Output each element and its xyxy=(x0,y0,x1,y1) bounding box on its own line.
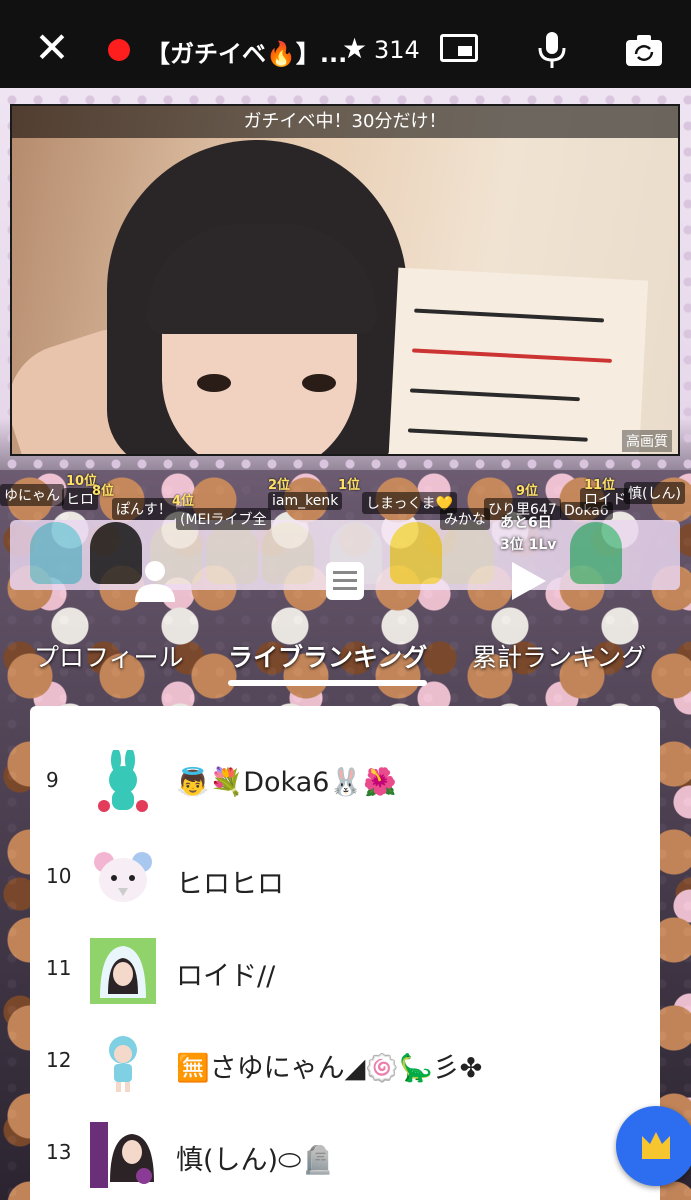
avatar[interactable] xyxy=(90,846,156,912)
avatar[interactable] xyxy=(90,750,156,816)
tab-total-ranking[interactable]: 累計ランキング xyxy=(472,638,646,674)
ranking-row[interactable]: 13 慎(しん)⬭🪦 xyxy=(30,1108,660,1200)
user-name: 慎(しん)⬭🪦 xyxy=(176,1145,335,1176)
stage-rank-label: 9位 xyxy=(516,484,539,499)
picture-in-picture-icon[interactable] xyxy=(440,34,478,62)
rank-level: 3位 1Lv xyxy=(500,537,557,553)
ranking-fab-button[interactable] xyxy=(616,1106,691,1186)
microphone-icon[interactable] xyxy=(534,30,570,70)
user-name: ヒロヒロ xyxy=(176,869,284,900)
ranking-row[interactable]: 11 ロイド// xyxy=(30,924,660,1016)
stage-rank-label: 1位 xyxy=(338,478,361,493)
avatar[interactable] xyxy=(90,1030,156,1096)
stage-name-label: ゆにゃん xyxy=(0,484,64,506)
rank-number: 10 xyxy=(46,864,72,888)
stage-name-label: ぽんす！ xyxy=(112,498,176,520)
stream-banner: ガチイベ中！30分だけ！ xyxy=(12,106,678,138)
play-icon[interactable] xyxy=(504,558,550,604)
crown-icon xyxy=(642,1132,670,1159)
tab-profile[interactable]: プロフィール xyxy=(34,638,184,674)
person-icon[interactable] xyxy=(132,558,178,604)
rank-number: 9 xyxy=(46,768,59,792)
ranking-row[interactable]: 9 👼💐Doka6🐰🌺 xyxy=(30,736,660,828)
tab-icon-row xyxy=(0,558,691,608)
rank-number: 13 xyxy=(46,1140,72,1164)
remaining-days: あと6日 xyxy=(500,515,552,531)
user-name: 👼💐Doka6🐰🌺 xyxy=(176,767,397,798)
top-bar: ✕ 【ガチイベ🔥】... ★ 314 xyxy=(0,0,691,88)
tab-live-ranking[interactable]: ライブランキング xyxy=(228,638,428,686)
streamer-eye xyxy=(302,374,336,392)
stage-rank-label: 2位 xyxy=(268,478,291,493)
streamer-eye xyxy=(197,374,231,392)
handwritten-sign xyxy=(385,267,649,454)
ranking-row[interactable]: 10 ヒロヒロ xyxy=(30,832,660,924)
star-count: 314 xyxy=(374,36,420,64)
rank-number: 12 xyxy=(46,1048,72,1072)
quality-label[interactable]: 高画質 xyxy=(622,430,672,452)
camera-switch-icon[interactable] xyxy=(624,32,664,68)
stage-name-label: iam_kenk xyxy=(268,492,343,510)
close-icon[interactable]: ✕ xyxy=(30,26,74,70)
stage-name-label: (MEⅠライブ全 xyxy=(176,508,271,530)
ranking-list: 9 👼💐Doka6🐰🌺 10 ヒロヒロ 11 ロイド// 12 🈚さゆにゃん◢🍥… xyxy=(30,706,660,1200)
ranking-tabs: プロフィール ライブランキング 累計ランキング xyxy=(0,638,691,690)
stream-title[interactable]: 【ガチイベ🔥】... xyxy=(146,34,347,69)
list-icon[interactable] xyxy=(322,558,368,604)
stage-labels: ゆにゃん ヒロ ぽんす！ (MEⅠライブ全 iam_kenk しまっくま💛 みか… xyxy=(0,474,691,530)
stage-name-label: みかな xyxy=(440,508,490,530)
stage-rank-label: 8位 xyxy=(92,484,115,499)
user-name: ロイド// xyxy=(176,961,276,992)
rank-number: 11 xyxy=(46,956,72,980)
star-icon: ★ xyxy=(342,32,368,65)
user-name: 🈚さゆにゃん◢🍥🦕彡✤ xyxy=(176,1053,483,1084)
live-video[interactable]: ガチイベ中！30分だけ！ 高画質 xyxy=(10,104,680,456)
live-indicator-icon xyxy=(108,39,130,61)
stage-name-label: 慎(しん) xyxy=(624,482,685,504)
stage-rank-label: 11位 xyxy=(584,478,616,493)
stage-rank-label: 4位 xyxy=(172,494,195,509)
ranking-row[interactable]: 12 🈚さゆにゃん◢🍥🦕彡✤ xyxy=(30,1016,660,1108)
avatar[interactable] xyxy=(90,938,156,1004)
avatar[interactable] xyxy=(90,1122,156,1188)
next-rank-info: あと6日 3位 1Lv xyxy=(500,512,556,556)
